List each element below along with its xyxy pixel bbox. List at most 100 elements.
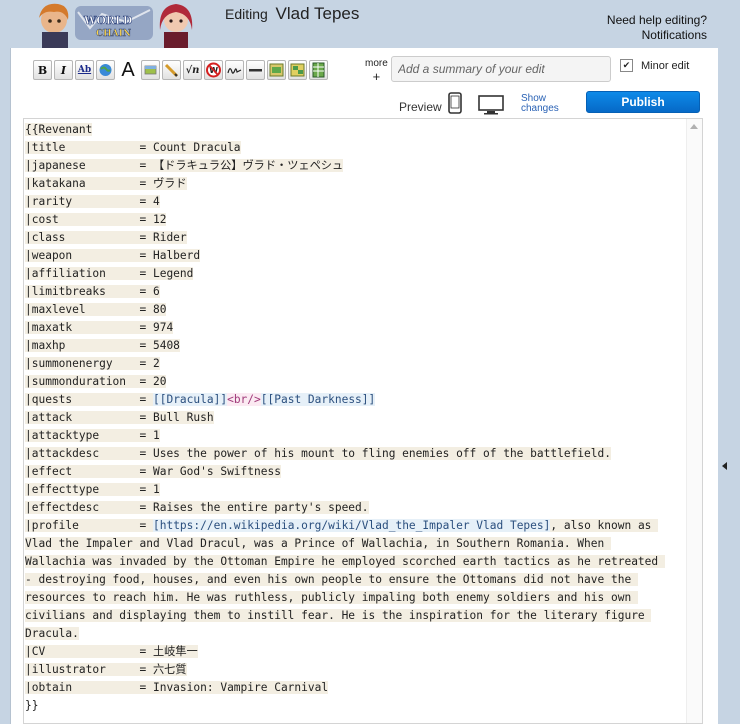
wikitext-source[interactable]: {{Revenant |title = Count Dracula |japanes… [25,121,665,715]
math-button[interactable]: √n [183,60,202,80]
source-line: |summonduration = 20 [25,373,665,391]
source-segment: |attacktype = 1 [25,429,160,442]
source-segment: |effecttype = 1 [25,483,160,496]
collapse-rail-arrow-icon[interactable] [722,462,727,470]
bold-button[interactable]: B [33,60,52,80]
source-line: |quests = [[Dracula]]<br/>[[Past Darknes… [25,391,665,409]
source-segment: |effect = War God's Swiftness [25,465,281,478]
article-name: Vlad Tepes [275,4,360,23]
minor-edit-checkbox[interactable]: ✔ [620,59,633,72]
editor-panel: B I Ab A √n W [10,48,718,724]
source-line: |rarity = 4 [25,193,665,211]
nowiki-button[interactable]: W [204,60,223,80]
more-options-button[interactable]: more + [365,57,388,83]
slideshow-button[interactable] [288,60,307,80]
source-segment: [[Past Darkness]] [260,393,376,406]
source-segment: |weapon = Halberd [25,249,201,262]
editor-header: WORLD CHAIN Editing Vlad Tepes Need help… [0,0,740,48]
source-line: |attackdesc = Uses the power of his moun… [25,445,665,463]
help-box: Need help editing? Notifications [607,13,707,43]
image-button[interactable] [141,60,160,80]
source-segment: |attack = Bull Rush [25,411,214,424]
source-segment: |summonenergy = 2 [25,357,160,370]
source-segment: |limitbreaks = 6 [25,285,160,298]
horizontal-rule-button[interactable] [246,60,265,80]
source-segment: resources to reach him. He was ruthless,… [25,591,638,604]
editing-prefix: Editing [225,6,268,22]
gallery-button[interactable] [267,60,286,80]
table-button[interactable] [309,60,328,80]
font-size-button[interactable]: A [117,59,139,81]
source-segment: |maxhp = 5408 [25,339,180,352]
source-line: |weapon = Halberd [25,247,665,265]
source-line: |illustrator = 六七質 [25,661,665,679]
source-line: |class = Rider [25,229,665,247]
source-segment: - destroying food, houses, and even his … [25,573,638,586]
source-line: |japanese = 【ドラキュラ公】ヴラド・ツェペシュ [25,157,665,175]
source-segment: |profile = [25,519,153,532]
signature-line-button[interactable] [162,60,181,80]
source-segment: |effectdesc = Raises the entire party's … [25,501,369,514]
vertical-scrollbar[interactable] [686,119,702,723]
signature-button[interactable] [225,60,244,80]
external-link-button[interactable] [96,60,115,80]
source-line: |affiliation = Legend [25,265,665,283]
source-segment: Dracula. [25,627,79,640]
source-line: |attack = Bull Rush [25,409,665,427]
more-plus: + [372,69,381,84]
source-line: |effect = War God's Swiftness [25,463,665,481]
source-segment: |attackdesc = Uses the power of his moun… [25,447,611,460]
show-changes-link[interactable]: Show changes [521,94,559,114]
source-line: |effectdesc = Raises the entire party's … [25,499,665,517]
source-segment: Wallachia was invaded by the Ottoman Emp… [25,555,665,568]
source-line: Vlad the Impaler and Vlad Dracul, was a … [25,535,665,553]
signature-icon [227,68,242,74]
source-line: |limitbreaks = 6 [25,283,665,301]
source-line: |katakana = ヴラド [25,175,665,193]
svg-text:CHAIN: CHAIN [96,29,131,39]
source-segment: civilians and displaying them to instill… [25,609,652,622]
source-line: |maxlevel = 80 [25,301,665,319]
source-line: |attacktype = 1 [25,427,665,445]
gallery-icon [269,63,284,77]
page-title: Editing Vlad Tepes [225,4,359,24]
notifications-link[interactable]: Notifications [607,28,707,43]
source-segment: {{Revenant [25,123,93,136]
source-segment: |obtain = Invasion: Vampire Carnival [25,681,329,694]
publish-button[interactable]: Publish [586,91,700,113]
source-segment: |maxlevel = 80 [25,303,167,316]
source-line: |maxatk = 974 [25,319,665,337]
help-editing-link[interactable]: Need help editing? [607,13,707,28]
world-chain-logo: WORLD CHAIN [39,3,193,48]
source-line: Wallachia was invaded by the Ottoman Emp… [25,553,665,571]
source-line: |title = Count Dracula [25,139,665,157]
source-line: civilians and displaying them to instill… [25,607,665,625]
italic-button[interactable]: I [54,60,73,80]
source-segment: |quests = [25,393,153,406]
source-line: |CV = 土岐隼一 [25,643,665,661]
minor-edit-toggle[interactable]: ✔ Minor edit [620,59,689,72]
source-line: }} [25,697,665,715]
source-segment: |affiliation = Legend [25,267,194,280]
source-line: - destroying food, houses, and even his … [25,571,665,589]
slideshow-icon [290,63,305,77]
toolbar-row: B I Ab A √n W [11,48,718,90]
source-segment: |summonduration = 20 [25,375,167,388]
image-icon [144,65,157,75]
source-segment: |title = Count Dracula [25,141,241,154]
publish-row: Preview Show changes Publish [11,90,718,118]
mobile-preview-icon[interactable] [448,92,462,114]
minor-edit-label: Minor edit [641,59,690,72]
svg-text:WORLD: WORLD [83,14,133,27]
edit-summary-input[interactable] [391,56,611,82]
source-line: |summonenergy = 2 [25,355,665,373]
formatting-toolbar: B I Ab A √n W [33,59,330,82]
globe-icon [99,64,112,76]
internal-link-button[interactable]: Ab [75,60,94,80]
source-segment: |illustrator = 六七質 [25,663,187,676]
desktop-preview-icon[interactable] [478,94,504,116]
source-segment: |cost = 12 [25,213,167,226]
scroll-up-arrow-icon[interactable] [690,124,698,129]
source-line: |cost = 12 [25,211,665,229]
source-editor[interactable]: {{Revenant |title = Count Dracula |japanes… [23,118,703,724]
